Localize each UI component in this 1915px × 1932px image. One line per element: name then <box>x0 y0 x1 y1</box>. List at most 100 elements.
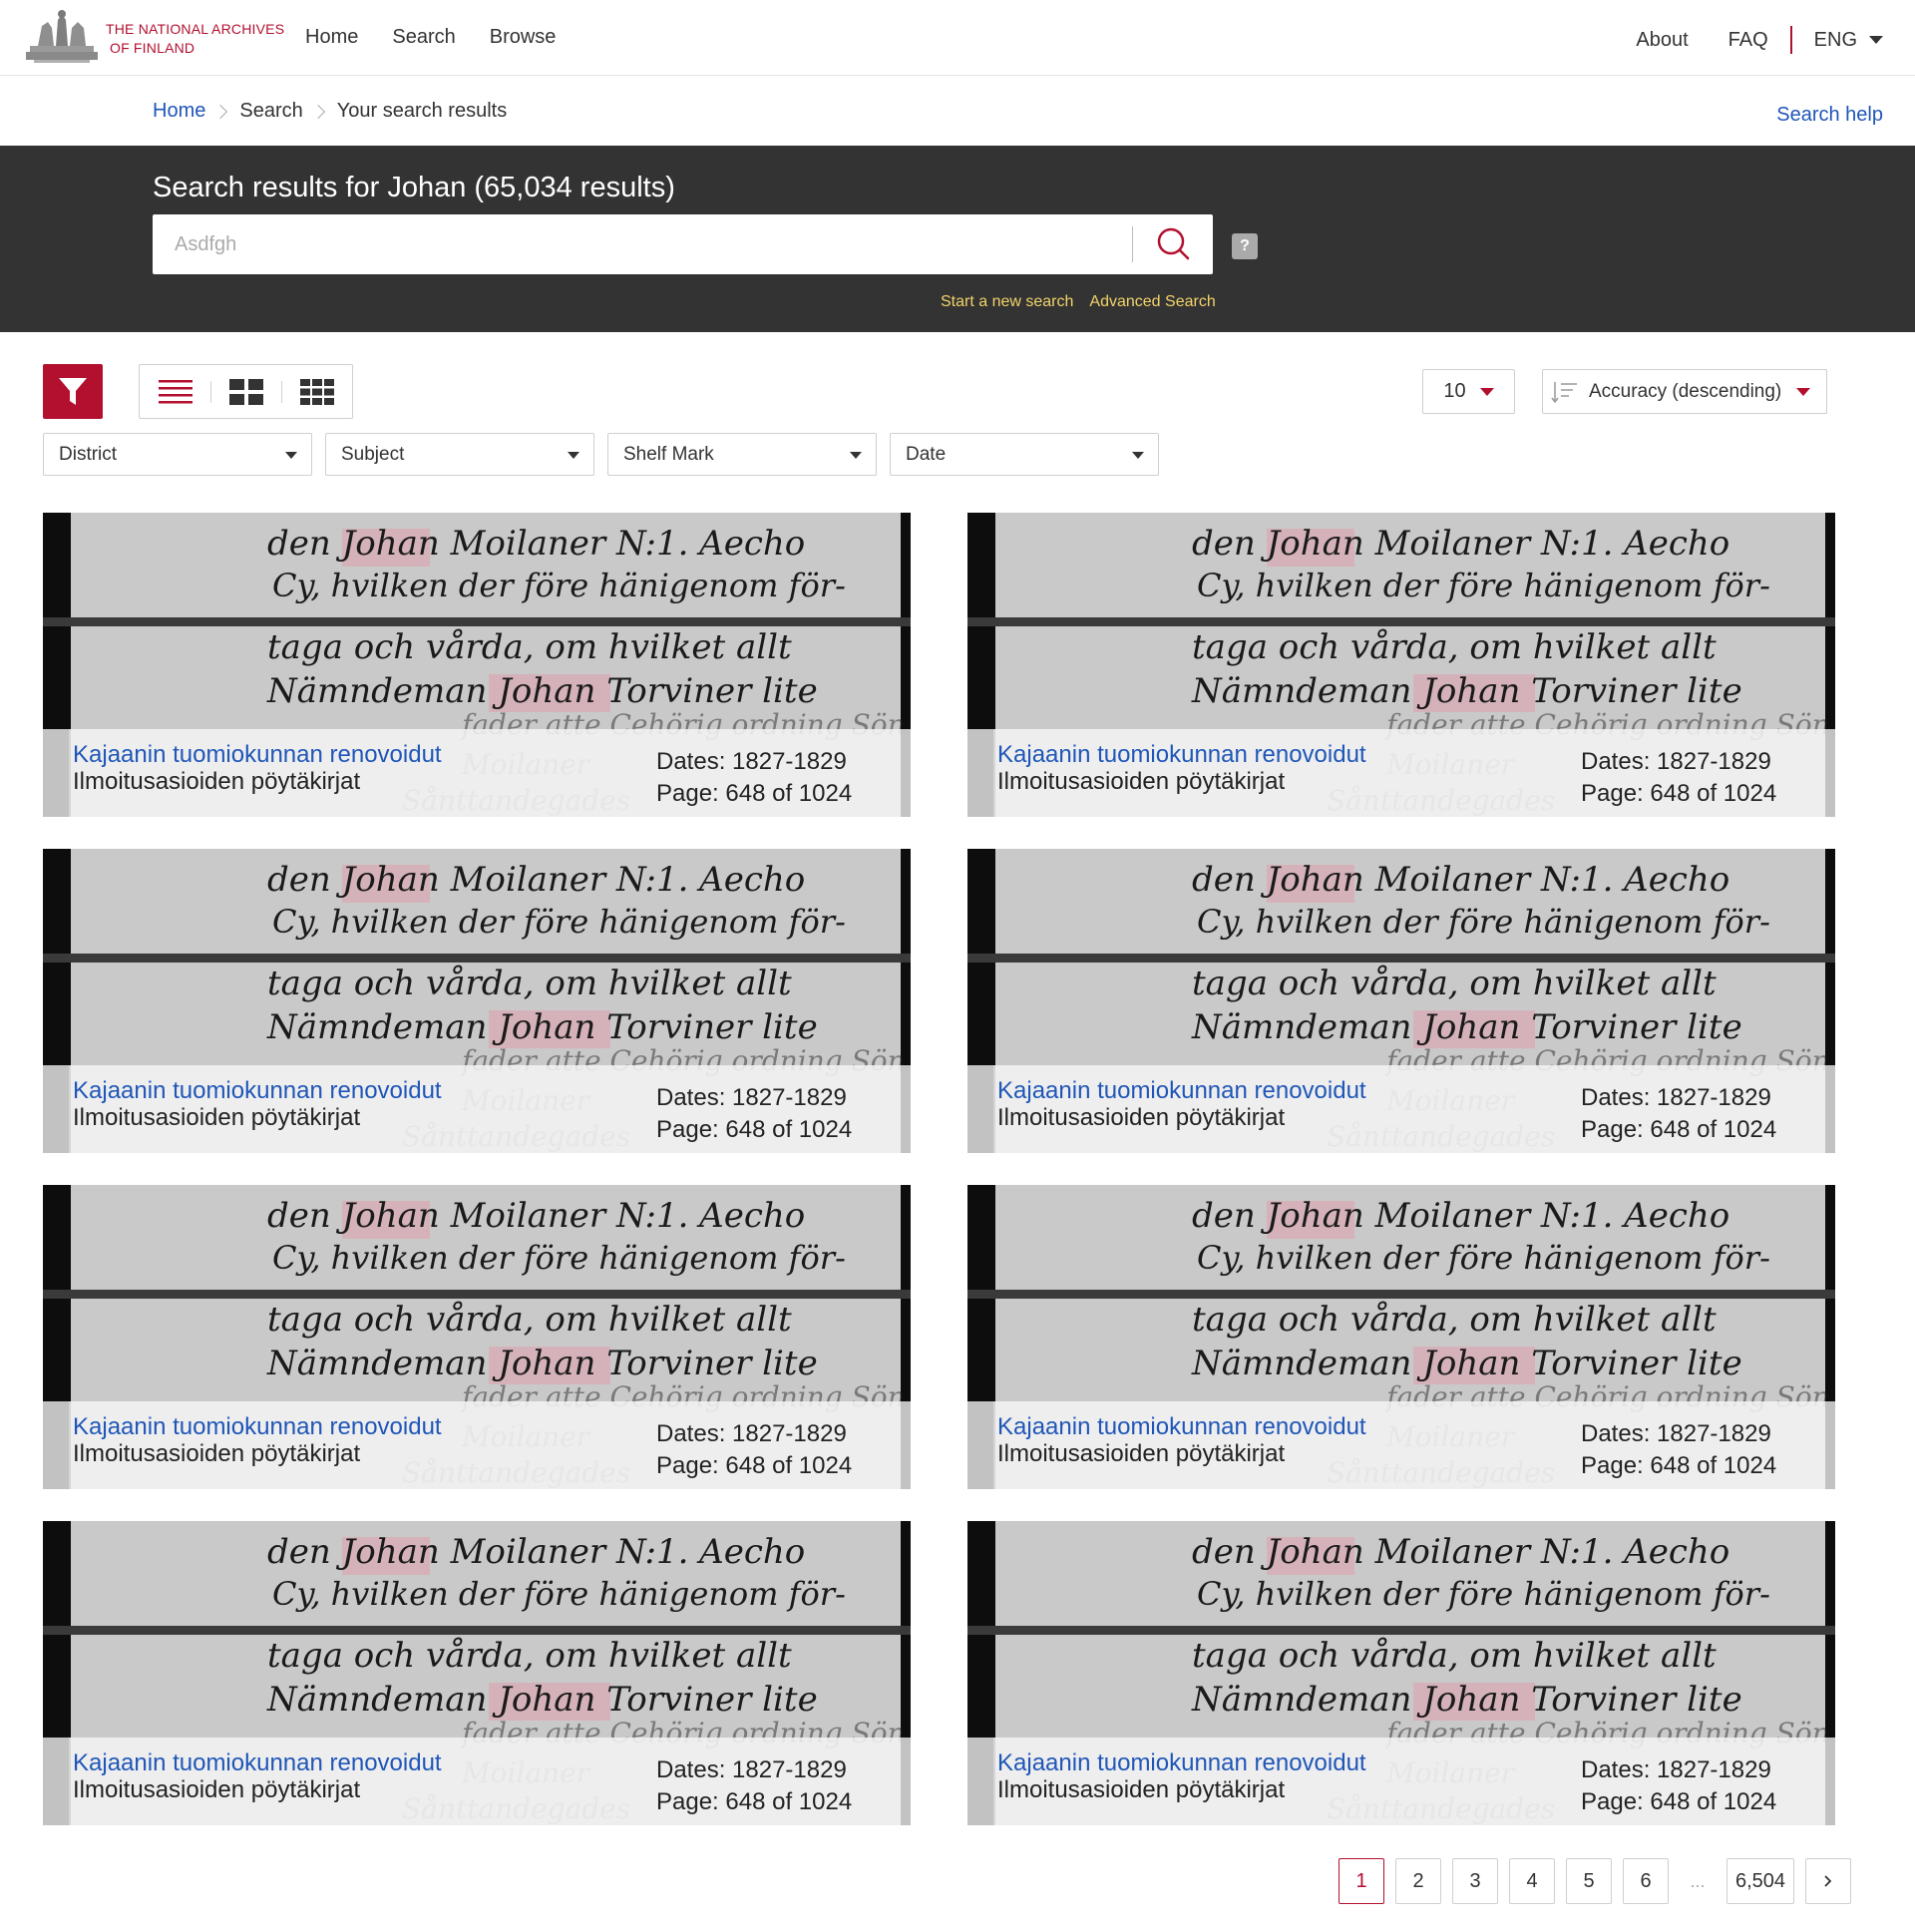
manuscript-text-line: taga och vårda, om hvilket allt <box>1192 627 1717 667</box>
chevron-down-icon <box>285 452 297 459</box>
card-info-right-bar <box>901 1738 911 1825</box>
results-per-page-select[interactable]: 10 <box>1422 369 1515 414</box>
search-band: Search results for Johan (65,034 results… <box>0 146 1915 332</box>
page-ellipsis: ... <box>1690 1870 1706 1891</box>
manuscript-text-line: Nämndeman Johan Torviner lite <box>266 1344 818 1383</box>
nav-divider <box>1789 26 1792 54</box>
result-subtitle: Ilmoitusasioiden pöytäkirjat <box>997 768 1286 795</box>
card-info-right-bar <box>901 1401 911 1489</box>
result-card[interactable]: den Johan Moilaner N:1. Aecho Cy, hvilken… <box>967 513 1835 817</box>
result-dates: Dates: 1827-1829 <box>656 748 847 775</box>
result-title[interactable]: Kajaanin tuomiokunnan renovoidut <box>997 1077 1366 1104</box>
result-title[interactable]: Kajaanin tuomiokunnan renovoidut <box>73 1413 442 1440</box>
secondary-nav: About FAQ ENG <box>1596 26 1883 54</box>
page-1-button[interactable]: 1 <box>1339 1858 1384 1904</box>
logo-line-1: THE NATIONAL ARCHIVES <box>106 21 285 37</box>
per-page-value: 10 <box>1443 380 1466 402</box>
small-grid-view-button[interactable] <box>281 365 352 418</box>
manuscript-text-line: taga och vårda, om hvilket allt <box>267 1636 792 1676</box>
sort-value: Accuracy (descending) <box>1589 380 1782 402</box>
filter-subject-label: Subject <box>341 443 405 465</box>
result-meta: Dates: 1827-1829 Page: 648 of 1024 <box>656 1418 852 1482</box>
page-last-button[interactable]: 6,504 <box>1726 1858 1795 1904</box>
result-title[interactable]: Kajaanin tuomiokunnan renovoidut <box>73 1749 442 1776</box>
nav-home[interactable]: Home <box>305 26 358 49</box>
manuscript-text-line: Cy, hvilken der före hänigenom för- <box>1197 903 1770 941</box>
page-2-button[interactable]: 2 <box>1395 1858 1441 1904</box>
list-view-button[interactable] <box>140 365 210 418</box>
chevron-right-icon <box>213 104 228 119</box>
result-title[interactable]: Kajaanin tuomiokunnan renovoidut <box>997 1749 1366 1776</box>
chevron-down-icon <box>1869 36 1883 44</box>
page-4-button[interactable]: 4 <box>1509 1858 1555 1904</box>
logo-text[interactable]: THE NATIONAL ARCHIVES OF FINLAND <box>106 20 284 58</box>
result-card[interactable]: den Johan Moilaner N:1. Aecho Cy, hvilken… <box>967 849 1835 1153</box>
result-card[interactable]: den Johan Moilaner N:1. Aecho Cy, hvilken… <box>43 1521 911 1825</box>
chevron-down-icon <box>1479 387 1494 396</box>
page-5-button[interactable]: 5 <box>1566 1858 1612 1904</box>
result-card[interactable]: den Johan Moilaner N:1. Aecho Cy, hvilken… <box>43 1185 911 1489</box>
breadcrumb-home[interactable]: Home <box>153 100 205 123</box>
result-title[interactable]: Kajaanin tuomiokunnan renovoidut <box>73 741 442 768</box>
card-info-panel: Kajaanin tuomiokunnan renovoidut Ilmoitus… <box>967 1738 1835 1825</box>
sort-select[interactable]: Accuracy (descending) <box>1542 369 1827 414</box>
manuscript-text-line: Cy, hvilken der före hänigenom för- <box>1197 1575 1770 1613</box>
page-6-button[interactable]: 6 <box>1623 1858 1669 1904</box>
nav-about[interactable]: About <box>1636 29 1688 52</box>
manuscript-text-line: Cy, hvilken der före hänigenom för- <box>272 903 846 941</box>
breadcrumb-current: Your search results <box>336 100 508 122</box>
filter-shelf-mark[interactable]: Shelf Mark <box>607 433 877 476</box>
card-info-panel: Kajaanin tuomiokunnan renovoidut Ilmoitus… <box>967 1401 1835 1489</box>
logo-line-2: OF FINLAND <box>110 40 195 56</box>
result-card[interactable]: den Johan Moilaner N:1. Aecho Cy, hvilken… <box>967 1185 1835 1489</box>
language-selector[interactable]: ENG <box>1814 29 1883 52</box>
page-3-button[interactable]: 3 <box>1452 1858 1498 1904</box>
result-dates: Dates: 1827-1829 <box>1581 1756 1771 1783</box>
manuscript-text-line: Nämndeman Johan Torviner lite <box>1191 1680 1742 1720</box>
start-new-search-link[interactable]: Start a new search <box>941 293 1073 311</box>
manuscript-text-line: taga och vårda, om hvilket allt <box>267 1300 792 1340</box>
manuscript-text-line: den Johan Moilaner N:1. Aecho <box>1192 524 1729 564</box>
search-input[interactable] <box>153 214 1130 274</box>
search-button[interactable] <box>1146 222 1200 266</box>
card-info-panel: Kajaanin tuomiokunnan renovoidut Ilmoitus… <box>967 729 1835 817</box>
chevron-down-icon <box>568 452 579 459</box>
result-dates: Dates: 1827-1829 <box>656 1756 847 1783</box>
result-title[interactable]: Kajaanin tuomiokunnan renovoidut <box>997 741 1366 768</box>
result-page: Page: 648 of 1024 <box>656 780 853 807</box>
card-info-left-bar <box>967 1065 993 1153</box>
filter-date[interactable]: Date <box>890 433 1159 476</box>
chevron-down-icon <box>1796 388 1810 396</box>
advanced-search-link[interactable]: Advanced Search <box>1089 293 1215 311</box>
manuscript-text-line: Cy, hvilken der före hänigenom för- <box>1197 1239 1770 1277</box>
next-page-button[interactable] <box>1805 1858 1852 1904</box>
filter-button[interactable] <box>43 364 103 419</box>
manuscript-text-line: Cy, hvilken der före hänigenom för- <box>272 567 846 604</box>
nav-browse[interactable]: Browse <box>490 26 557 49</box>
nav-faq[interactable]: FAQ <box>1728 29 1768 52</box>
result-title[interactable]: Kajaanin tuomiokunnan renovoidut <box>73 1077 442 1104</box>
manuscript-text-line: den Johan Moilaner N:1. Aecho <box>1192 1196 1729 1236</box>
result-card[interactable]: den Johan Moilaner N:1. Aecho Cy, hvilken… <box>43 513 911 817</box>
large-grid-view-button[interactable] <box>210 365 281 418</box>
result-title[interactable]: Kajaanin tuomiokunnan renovoidut <box>997 1413 1366 1440</box>
filter-date-label: Date <box>906 443 947 465</box>
card-info-panel: Kajaanin tuomiokunnan renovoidut Ilmoitus… <box>43 729 911 817</box>
result-meta: Dates: 1827-1829 Page: 648 of 1024 <box>656 1754 852 1818</box>
filter-subject[interactable]: Subject <box>325 433 594 476</box>
result-page: Page: 648 of 1024 <box>1581 1452 1777 1479</box>
result-card[interactable]: den Johan Moilaner N:1. Aecho Cy, hvilken… <box>967 1521 1835 1825</box>
chevron-down-icon <box>1132 452 1144 459</box>
search-help-link[interactable]: Search help <box>1776 104 1883 127</box>
result-subtitle: Ilmoitusasioiden pöytäkirjat <box>73 768 361 795</box>
filter-district[interactable]: District <box>43 433 312 476</box>
card-info-right-bar <box>901 729 911 817</box>
archives-logo[interactable] <box>24 8 100 64</box>
nav-search[interactable]: Search <box>392 26 455 49</box>
manuscript-text-line: taga och vårda, om hvilket allt <box>267 964 792 1003</box>
help-icon[interactable]: ? <box>1232 233 1258 259</box>
manuscript-text-line: Nämndeman Johan Torviner lite <box>266 1680 818 1720</box>
result-card[interactable]: den Johan Moilaner N:1. Aecho Cy, hvilken… <box>43 849 911 1153</box>
breadcrumb-search[interactable]: Search <box>239 100 302 123</box>
card-info-left-bar <box>43 729 69 817</box>
